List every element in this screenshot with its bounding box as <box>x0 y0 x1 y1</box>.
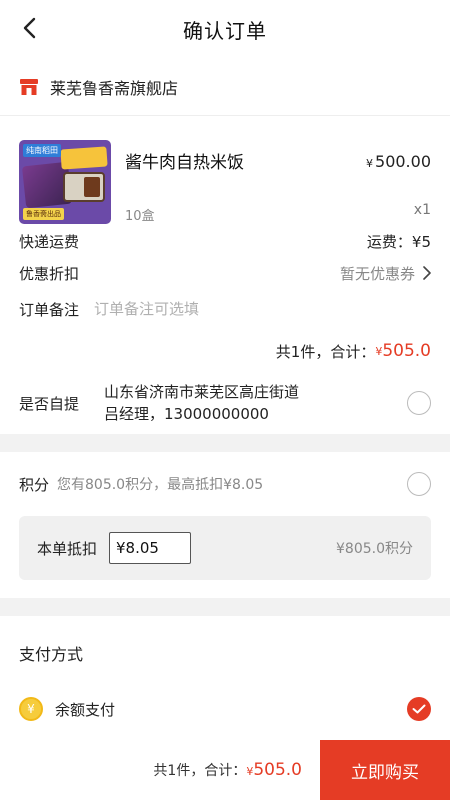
deduct-label: 本单抵扣 <box>37 539 98 558</box>
checkmark-icon[interactable] <box>407 697 431 721</box>
payment-section: 支付方式 ¥ 余额支付 <box>0 622 450 734</box>
product-quantity: x1 <box>413 202 431 218</box>
pickup-address: 山东省济南市莱芜区高庄街道 吕经理，13000000000 <box>104 381 407 425</box>
pickup-contact-line: 吕经理，13000000000 <box>104 405 269 423</box>
deduct-points: ¥805.0积分 <box>336 541 413 557</box>
remark-row: 订单备注 <box>0 288 450 330</box>
discount-selector[interactable]: 暂无优惠券 <box>340 263 431 284</box>
subtotal-symbol: ¥ <box>375 344 383 358</box>
points-row: 积分 您有805.0积分，最高抵扣¥8.05 <box>0 452 450 516</box>
order-subtotal: 共1件，合计： ¥505.0 <box>0 330 450 372</box>
product-item[interactable]: 纯南稻田 鲁香斋出品 酱牛肉自热米饭 10盒 ¥500.00 x1 <box>0 116 450 226</box>
coin-icon: ¥ <box>19 697 43 721</box>
pickup-row: 是否自提 山东省济南市莱芜区高庄街道 吕经理，13000000000 <box>0 372 450 434</box>
product-price: ¥500.00 <box>366 152 431 171</box>
product-spec: 10盒 <box>125 209 155 224</box>
points-label: 积分 <box>19 475 50 494</box>
points-deduct-box: 本单抵扣 ¥805.0积分 <box>19 516 431 580</box>
chevron-right-icon <box>423 266 431 280</box>
store-icon <box>19 78 39 96</box>
discount-row[interactable]: 优惠折扣 暂无优惠券 <box>0 258 450 288</box>
bottom-bar: 共1件，合计：¥505.0 立即购买 <box>0 740 450 800</box>
remark-input[interactable] <box>94 300 431 318</box>
chevron-left-icon <box>23 17 36 39</box>
discount-label: 优惠折扣 <box>19 264 80 283</box>
pickup-address-line: 山东省济南市莱芜区高庄街道 <box>104 383 300 401</box>
image-tag-bottom: 鲁香斋出品 <box>23 208 64 220</box>
points-description: 您有805.0积分，最高抵扣¥8.05 <box>57 477 264 493</box>
bottom-total: 共1件，合计：¥505.0 <box>0 760 320 780</box>
discount-value: 暂无优惠券 <box>339 264 415 283</box>
buy-now-button[interactable]: 立即购买 <box>320 740 450 800</box>
payment-title: 支付方式 <box>19 645 84 664</box>
price-symbol: ¥ <box>366 157 374 170</box>
subtotal-prefix: 共1件，合计： <box>275 342 376 361</box>
section-divider <box>0 598 450 616</box>
price-value: 500.00 <box>375 152 431 171</box>
subtotal-amount: 505.0 <box>382 341 431 361</box>
bottom-total-amount: 505.0 <box>253 760 302 780</box>
product-info: 酱牛肉自热米饭 10盒 ¥500.00 x1 <box>125 140 431 226</box>
shop-row[interactable]: 莱芜鲁香斋旗舰店 <box>0 58 450 116</box>
pickup-label: 是否自提 <box>19 394 80 413</box>
back-button[interactable] <box>14 13 44 43</box>
deduct-input[interactable] <box>109 532 192 564</box>
header-bar: 确认订单 <box>0 0 450 58</box>
shipping-fee: 运费：¥5 <box>366 232 431 251</box>
shipping-row: 快递运费 运费：¥5 <box>0 226 450 256</box>
shop-name: 莱芜鲁香斋旗舰店 <box>50 78 179 98</box>
product-image: 纯南稻田 鲁香斋出品 <box>19 140 111 224</box>
section-divider <box>0 434 450 452</box>
payment-option-label: 余额支付 <box>55 700 116 719</box>
pickup-radio[interactable] <box>407 391 431 415</box>
remark-label: 订单备注 <box>19 300 80 319</box>
payment-option-balance[interactable]: ¥ 余额支付 <box>19 684 431 734</box>
shipping-label: 快递运费 <box>19 232 80 251</box>
points-radio[interactable] <box>407 472 431 496</box>
page-title: 确认订单 <box>183 18 267 43</box>
image-tag-top: 纯南稻田 <box>23 144 61 157</box>
bottom-total-prefix: 共1件，合计： <box>153 763 247 779</box>
